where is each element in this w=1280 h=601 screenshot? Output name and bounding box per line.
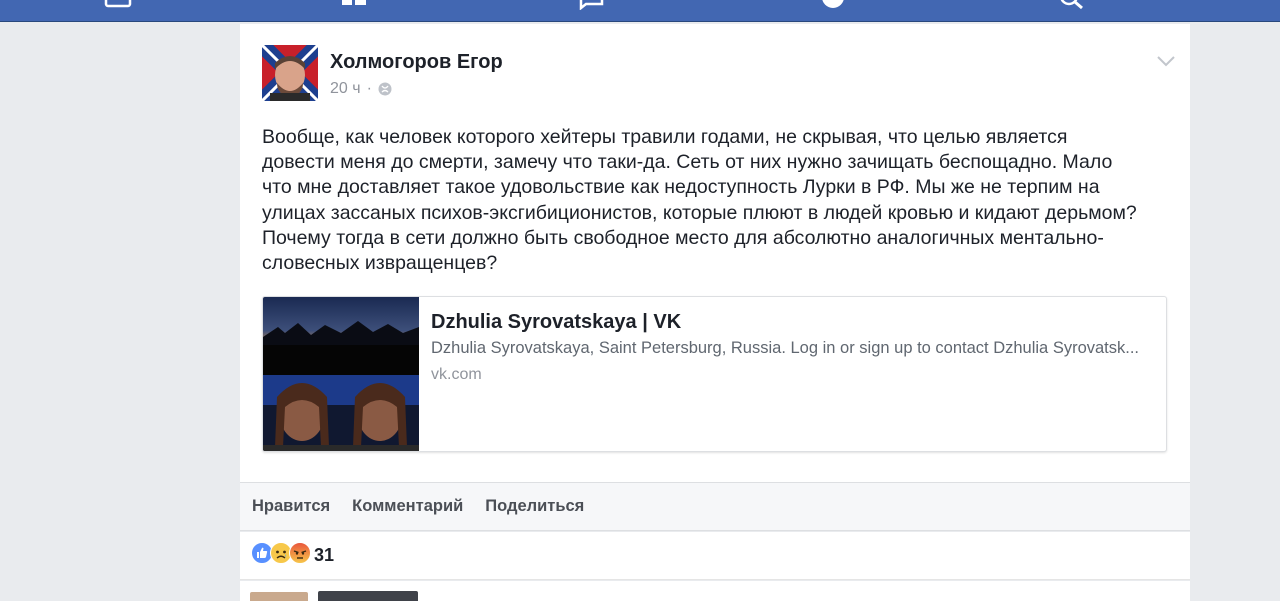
post-timestamp[interactable]: 20 ч: [330, 80, 361, 98]
link-thumbnail: [263, 297, 419, 451]
commenter-name-cropped[interactable]: [318, 591, 438, 601]
author-avatar[interactable]: [262, 45, 318, 101]
link-domain: vk.com: [431, 366, 482, 383]
post-card: Холмогоров Егор 20 ч · Вообще, как челов…: [240, 24, 1190, 482]
commenter-avatar[interactable]: [250, 592, 308, 601]
meta-separator: ·: [366, 80, 372, 97]
home-icon[interactable]: [104, 0, 132, 10]
post-meta: 20 ч ·: [330, 80, 392, 98]
top-navigation-bar: [0, 0, 1280, 22]
reaction-icons: [251, 542, 311, 569]
author-name[interactable]: Холмогоров Егор: [330, 51, 503, 74]
chevron-down-icon[interactable]: [1156, 54, 1176, 68]
like-button[interactable]: Нравится: [252, 497, 330, 516]
search-icon[interactable]: [1058, 0, 1086, 10]
comment-row: [240, 581, 1190, 601]
feed-icon[interactable]: [340, 0, 368, 10]
reactions-summary[interactable]: 31: [240, 532, 1190, 580]
angry-reaction-icon: [289, 542, 311, 569]
comment-button[interactable]: Комментарий: [352, 497, 463, 516]
link-preview[interactable]: Dzhulia Syrovatskaya | VK Dzhulia Syrova…: [262, 296, 1167, 452]
link-title[interactable]: Dzhulia Syrovatskaya | VK: [431, 311, 681, 334]
globe-icon[interactable]: [819, 0, 847, 10]
share-button[interactable]: Поделиться: [485, 497, 584, 516]
globe-icon: [378, 82, 392, 96]
post-actions-bar: Нравится Комментарий Поделиться: [240, 482, 1190, 531]
messages-icon[interactable]: [578, 0, 606, 10]
link-description: Dzhulia Syrovatskaya, Saint Petersburg, …: [431, 339, 1140, 357]
post-text: Вообще, как человек которого хейтеры тра…: [262, 126, 1137, 275]
reaction-count[interactable]: 31: [314, 545, 334, 566]
